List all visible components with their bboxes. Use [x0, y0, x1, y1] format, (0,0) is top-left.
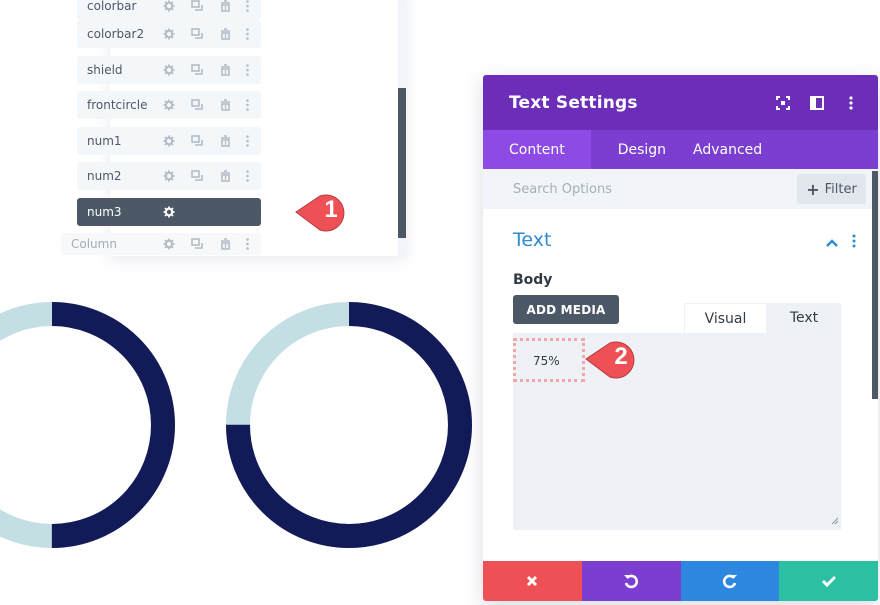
- gear-icon[interactable]: [155, 56, 183, 84]
- editor-tab-visual[interactable]: Visual: [684, 303, 767, 333]
- gear-icon[interactable]: [155, 127, 183, 155]
- layer-item-column[interactable]: Column: [61, 233, 261, 255]
- layer-item-num2[interactable]: num2: [77, 162, 261, 190]
- trash-icon[interactable]: [211, 230, 239, 258]
- tab-design[interactable]: Design: [591, 130, 693, 169]
- layer-label: colorbar: [87, 0, 137, 13]
- duplicate-icon[interactable]: [183, 127, 211, 155]
- more-vertical-icon[interactable]: [239, 91, 255, 119]
- tab-content[interactable]: Content: [483, 130, 591, 169]
- duplicate-icon[interactable]: [183, 20, 211, 48]
- split-view-icon[interactable]: [800, 75, 834, 130]
- duplicate-icon[interactable]: [183, 162, 211, 190]
- trash-icon[interactable]: [211, 162, 239, 190]
- trash-icon[interactable]: [211, 56, 239, 84]
- filter-button[interactable]: + Filter: [797, 174, 866, 204]
- layer-item-num1[interactable]: num1: [77, 127, 261, 155]
- section-title-text[interactable]: Text: [513, 229, 551, 251]
- layer-label: shield: [87, 63, 123, 77]
- layer-label: colorbar2: [87, 27, 145, 41]
- trash-icon[interactable]: [211, 20, 239, 48]
- body-label: Body: [513, 272, 553, 288]
- layer-label: frontcircle: [87, 98, 148, 112]
- callout-2-number: 2: [614, 343, 628, 370]
- duplicate-icon[interactable]: [183, 0, 211, 20]
- layer-label: num3: [87, 205, 122, 219]
- callout-2: 2: [585, 339, 640, 379]
- filter-label: Filter: [824, 181, 857, 197]
- resize-handle-icon[interactable]: [831, 517, 839, 528]
- modal-header: Text Settings: [483, 75, 878, 130]
- add-media-button[interactable]: ADD MEDIA: [513, 295, 619, 324]
- gear-icon[interactable]: [155, 162, 183, 190]
- modal-title: Text Settings: [509, 92, 638, 113]
- search-options-input[interactable]: Search Options: [513, 182, 797, 197]
- trash-icon[interactable]: [211, 0, 239, 20]
- save-button[interactable]: [779, 561, 878, 601]
- more-vertical-icon[interactable]: [239, 230, 255, 258]
- duplicate-icon[interactable]: [183, 56, 211, 84]
- more-vertical-icon[interactable]: [239, 162, 255, 190]
- text-settings-modal: Text Settings Content Design Advanced Se…: [483, 75, 878, 601]
- section-more-icon[interactable]: [852, 233, 856, 252]
- modal-footer: [483, 561, 878, 601]
- layer-item-frontcircle[interactable]: frontcircle: [77, 91, 261, 119]
- layers-scrollbar-thumb[interactable]: [398, 88, 406, 238]
- gear-icon[interactable]: [155, 230, 183, 258]
- layer-item-shield[interactable]: shield: [77, 56, 261, 84]
- editor-tab-text[interactable]: Text: [767, 303, 841, 333]
- fullscreen-icon[interactable]: [766, 75, 800, 130]
- duplicate-icon[interactable]: [183, 230, 211, 258]
- more-vertical-icon[interactable]: [239, 127, 255, 155]
- plus-icon: +: [806, 179, 820, 199]
- duplicate-icon[interactable]: [183, 91, 211, 119]
- cancel-button[interactable]: [483, 561, 582, 601]
- tab-advanced[interactable]: Advanced: [693, 130, 786, 169]
- more-vertical-icon[interactable]: [239, 56, 255, 84]
- redo-icon: [722, 574, 737, 589]
- layer-item-colorbar2[interactable]: colorbar2: [77, 20, 261, 48]
- gear-icon[interactable]: [155, 91, 183, 119]
- callout-1-number: 1: [324, 196, 338, 223]
- donut-right: [226, 302, 472, 548]
- check-icon: [821, 575, 836, 587]
- gear-icon[interactable]: [155, 0, 183, 20]
- donut-left: [0, 302, 175, 548]
- modal-tabs: Content Design Advanced: [483, 130, 878, 169]
- layer-label: Column: [71, 237, 117, 251]
- trash-icon[interactable]: [211, 127, 239, 155]
- value-highlight: [513, 338, 585, 382]
- close-icon: [527, 575, 538, 587]
- undo-icon: [624, 574, 639, 589]
- more-vertical-icon[interactable]: [834, 75, 868, 130]
- layer-item-num3[interactable]: num3: [77, 198, 261, 226]
- undo-button[interactable]: [581, 561, 681, 601]
- gear-icon[interactable]: [155, 198, 183, 226]
- layer-label: num1: [87, 134, 122, 148]
- layer-label: num2: [87, 169, 122, 183]
- chevron-up-icon[interactable]: [826, 233, 838, 252]
- donut-left-arc: [0, 302, 175, 548]
- search-bar: Search Options + Filter: [483, 169, 878, 209]
- trash-icon[interactable]: [211, 91, 239, 119]
- gear-icon[interactable]: [155, 20, 183, 48]
- editor-tabs: Visual Text: [684, 303, 841, 333]
- more-vertical-icon[interactable]: [239, 0, 255, 20]
- modal-scrollbar-thumb[interactable]: [872, 171, 878, 399]
- more-vertical-icon[interactable]: [239, 20, 255, 48]
- callout-1: 1: [295, 192, 350, 232]
- redo-button[interactable]: [680, 561, 780, 601]
- layer-item-colorbar[interactable]: colorbar: [77, 0, 261, 20]
